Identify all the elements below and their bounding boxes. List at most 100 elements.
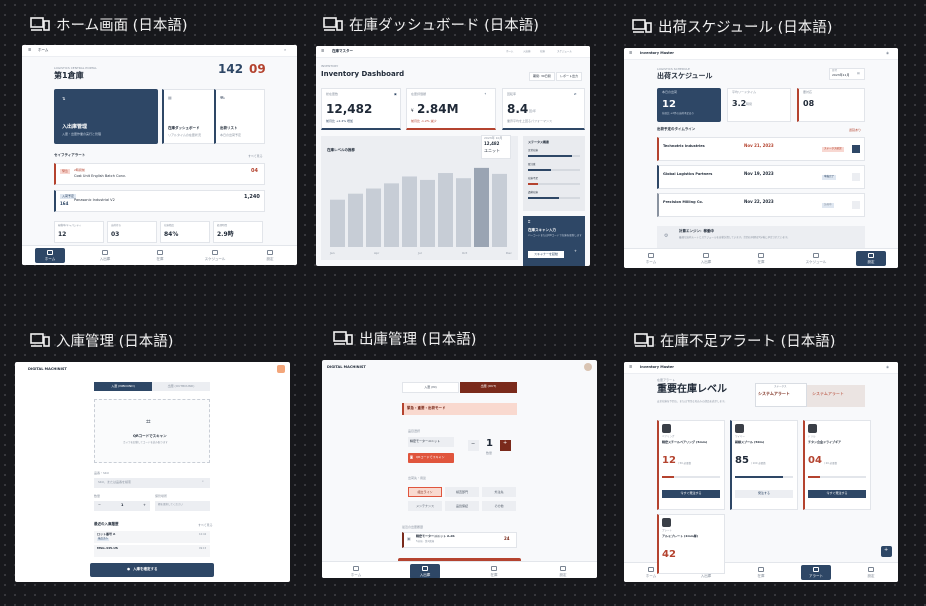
status-label: 要注意 bbox=[528, 163, 536, 166]
schedule-row[interactable] bbox=[657, 193, 865, 217]
inbound-sub: 入庫・出庫作業の実行と管理 bbox=[62, 132, 102, 136]
order-button[interactable]: 今すぐ発注する bbox=[662, 490, 720, 498]
kpi-label: 在庫精度 bbox=[164, 224, 175, 227]
row-action[interactable] bbox=[852, 145, 860, 153]
tab-outbound[interactable]: 出庫 (OUTBOUND) bbox=[152, 382, 210, 388]
kpi-value: 03 bbox=[111, 231, 120, 238]
alerts-link[interactable]: すべて見る bbox=[248, 155, 263, 158]
destination-chip[interactable]: 組立ライン bbox=[408, 487, 442, 497]
nav-icon bbox=[758, 253, 764, 258]
user-avatar[interactable] bbox=[584, 363, 592, 371]
nav-label: ホーム bbox=[350, 573, 362, 577]
search-label: 品番・SKU bbox=[94, 471, 109, 475]
nav-item[interactable]: ホーム bbox=[35, 248, 65, 263]
tab-out[interactable]: 出庫 (OUT) bbox=[460, 382, 517, 393]
top-menu-item[interactable]: 在庫 bbox=[540, 50, 545, 54]
device-icon bbox=[30, 333, 50, 347]
tab-in[interactable]: 入庫 (IN) bbox=[402, 382, 459, 393]
swap-icon: ⇄ bbox=[574, 92, 577, 96]
scan-title: QRコードでスキャン bbox=[133, 434, 167, 438]
ship-date: Nov 19, 2023 bbox=[744, 171, 774, 176]
nav-label: 設定 bbox=[266, 257, 274, 261]
order-button[interactable]: 発注する bbox=[735, 490, 793, 498]
inbound-icon: ⇅ bbox=[62, 96, 66, 101]
menu-icon[interactable]: ☰ bbox=[28, 48, 31, 53]
month-tick: Oct bbox=[462, 251, 468, 255]
kicker: 在庫アラート bbox=[657, 378, 676, 382]
nav-label: 設定 bbox=[867, 574, 875, 578]
nav-icon bbox=[157, 250, 163, 255]
device-icon bbox=[30, 17, 50, 31]
camera-icon: ◙ bbox=[410, 455, 413, 459]
inbound-title: 入出庫管理 bbox=[62, 124, 88, 130]
nav-item[interactable]: 設定 bbox=[856, 251, 886, 266]
row-action[interactable] bbox=[852, 201, 860, 209]
status-badge: 準備完了 bbox=[822, 175, 837, 180]
nav-item[interactable]: スケジュール bbox=[801, 253, 831, 265]
nav-item[interactable]: 在庫 bbox=[746, 253, 776, 265]
panel-title-outbound: 出庫管理 (日本語) bbox=[333, 328, 476, 349]
nav-item[interactable]: ホーム bbox=[341, 566, 371, 578]
bottom-nav: ホーム 入出庫 在庫 スケジュール 設定 bbox=[624, 248, 898, 268]
dashboard-sub: リアルタイムの在庫状況 bbox=[168, 133, 201, 137]
user-icon[interactable]: ◉ bbox=[886, 365, 889, 370]
search-placeholder: SKU、または品番を検索 bbox=[98, 480, 131, 484]
page-title: 出荷スケジュール bbox=[657, 72, 713, 80]
nav-item[interactable]: アラート bbox=[801, 565, 831, 580]
top-menu-item[interactable]: ホーム bbox=[506, 50, 513, 54]
nav-item[interactable]: 入出庫 bbox=[410, 564, 440, 578]
menu-icon[interactable]: ☰ bbox=[321, 49, 324, 54]
history-link[interactable]: すべて見る bbox=[198, 524, 213, 527]
add-icon[interactable]: + bbox=[574, 249, 577, 254]
nav-icon bbox=[648, 253, 654, 258]
scan-area[interactable] bbox=[94, 399, 210, 463]
top-menu-item[interactable]: 入出庫 bbox=[523, 50, 531, 54]
kpi-sub: 前月比 +2.4% 増加 bbox=[326, 119, 354, 123]
tooltip-label: 2023年 10月 bbox=[484, 136, 503, 140]
kpi-label: 回転率 bbox=[507, 92, 517, 96]
row-action[interactable] bbox=[852, 173, 860, 181]
customer-name: Global Logistics Partners bbox=[663, 172, 713, 176]
tab-inbound[interactable]: 入庫 (INBOUND) bbox=[94, 382, 152, 391]
export-button[interactable]: レポート出力 bbox=[556, 72, 583, 81]
kpi-label: 在庫評価額 bbox=[411, 92, 427, 96]
stock-bar-fill bbox=[808, 476, 820, 478]
menu-icon[interactable]: ☰ bbox=[629, 51, 632, 56]
nav-item[interactable]: 入出庫 bbox=[90, 250, 120, 262]
qty-label: 数量 bbox=[94, 494, 101, 498]
recent-label: 最近の出庫履歴 bbox=[402, 525, 424, 529]
top-menu-item[interactable]: スケジュール bbox=[557, 50, 572, 54]
nav-item[interactable]: 設定 bbox=[856, 567, 886, 579]
order-button[interactable]: 今すぐ発注する bbox=[808, 490, 866, 498]
nav-item[interactable]: 入出庫 bbox=[691, 253, 721, 265]
nav-label: アラート bbox=[809, 574, 823, 578]
nav-item[interactable]: 在庫 bbox=[746, 567, 776, 579]
nav-item[interactable]: ホーム bbox=[636, 253, 666, 265]
destination-chip[interactable]: メンテナンス bbox=[408, 501, 442, 511]
user-icon[interactable]: ◉ bbox=[886, 51, 889, 56]
part-name: チタン合金ドライブギア bbox=[808, 440, 842, 444]
nav-icon bbox=[868, 567, 874, 572]
nav-icon bbox=[491, 566, 497, 571]
nav-item[interactable]: 設定 bbox=[255, 250, 285, 262]
scan-button[interactable]: スキャナーを起動 bbox=[528, 251, 565, 258]
destination-chip[interactable]: 検査部門 bbox=[445, 487, 479, 497]
user-avatar[interactable] bbox=[277, 365, 285, 373]
period-button[interactable]: 期間: 30日間 bbox=[529, 72, 555, 81]
qr-scan-icon: ⌗ bbox=[146, 417, 151, 426]
nav-item[interactable]: 設定 bbox=[548, 566, 578, 578]
search-icon[interactable]: ⌕ bbox=[284, 48, 286, 52]
destination-chip[interactable]: 品質保証 bbox=[445, 501, 479, 511]
minus-icon[interactable]: − bbox=[98, 503, 101, 508]
nav-item[interactable]: 在庫 bbox=[145, 250, 175, 262]
nav-item[interactable]: スケジュール bbox=[200, 250, 230, 262]
month-tick: Apr bbox=[374, 251, 380, 255]
history-badge: 検品済み bbox=[97, 537, 110, 541]
destination-chip[interactable]: 外注先 bbox=[482, 487, 516, 497]
destination-chip[interactable]: その他 bbox=[482, 501, 516, 511]
menu-icon[interactable]: ☰ bbox=[629, 365, 632, 370]
system-alert-text: システムアラート bbox=[758, 391, 790, 396]
month-tick: Dec bbox=[506, 251, 512, 255]
plus-icon[interactable]: + bbox=[143, 503, 146, 508]
nav-item[interactable]: 在庫 bbox=[479, 566, 509, 578]
